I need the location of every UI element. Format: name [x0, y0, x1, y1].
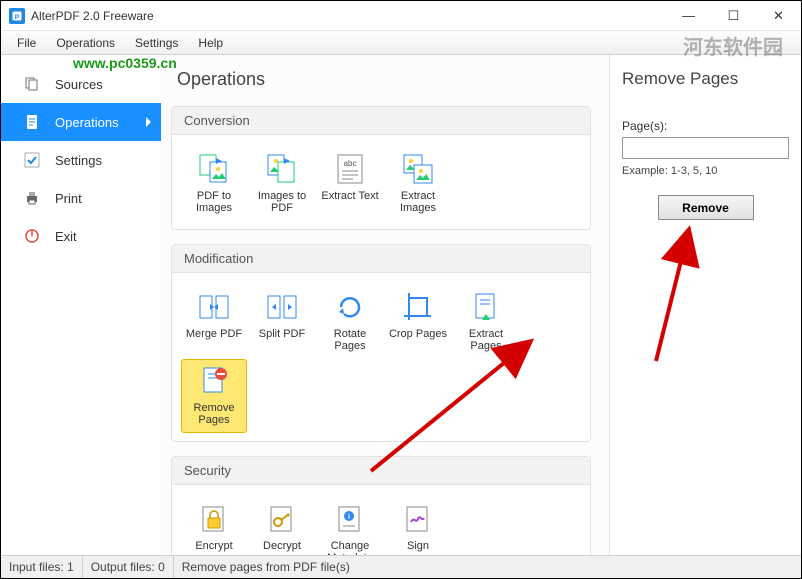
titlebar: P AlterPDF 2.0 Freeware — ☐ ✕: [1, 1, 801, 31]
remove-button[interactable]: Remove: [658, 195, 754, 220]
section-security: Security Encrypt Decrypt i: [171, 456, 591, 555]
sidebar-item-label: Exit: [55, 229, 77, 244]
crop-icon: [401, 290, 435, 324]
sidebar-item-sources[interactable]: Sources: [1, 65, 161, 103]
pdf-to-images-icon: [197, 152, 231, 186]
document-icon: [23, 113, 41, 131]
menu-settings[interactable]: Settings: [125, 33, 188, 53]
images-to-pdf-icon: [265, 152, 299, 186]
op-merge-pdf[interactable]: Merge PDF: [181, 285, 247, 359]
op-label: Split PDF: [259, 328, 305, 352]
menu-operations[interactable]: Operations: [46, 33, 125, 53]
op-split-pdf[interactable]: Split PDF: [249, 285, 315, 359]
sign-icon: [401, 502, 435, 536]
op-label: Sign: [407, 540, 429, 555]
key-icon: [265, 502, 299, 536]
sidebar-item-print[interactable]: Print: [1, 179, 161, 217]
lock-icon: [197, 502, 231, 536]
window-title: AlterPDF 2.0 Freeware: [31, 9, 666, 23]
sidebar-item-label: Settings: [55, 153, 102, 168]
op-label: Decrypt: [263, 540, 301, 555]
section-header: Security: [172, 457, 590, 485]
merge-icon: [197, 290, 231, 324]
menu-help[interactable]: Help: [188, 33, 233, 53]
pages-input[interactable]: [622, 137, 789, 159]
op-label: Extract Images: [388, 190, 448, 214]
copy-icon: [23, 75, 41, 93]
op-rotate-pages[interactable]: Rotate Pages: [317, 285, 383, 359]
rotate-icon: [333, 290, 367, 324]
status-input-files: Input files: 1: [1, 556, 83, 578]
svg-text:i: i: [348, 514, 350, 521]
menubar: File Operations Settings Help: [1, 31, 801, 55]
op-pdf-to-images[interactable]: PDF to Images: [181, 147, 247, 221]
pages-label: Page(s):: [622, 119, 789, 133]
op-sign[interactable]: Sign: [385, 497, 451, 555]
svg-text:abc: abc: [344, 159, 357, 168]
sidebar-item-label: Print: [55, 191, 82, 206]
right-panel: Remove Pages Page(s): Example: 1-3, 5, 1…: [609, 55, 801, 555]
pages-example: Example: 1-3, 5, 10: [622, 165, 789, 177]
op-label: Crop Pages: [389, 328, 447, 352]
remove-pages-icon: [197, 364, 231, 398]
status-description: Remove pages from PDF file(s): [174, 556, 358, 578]
op-label: Merge PDF: [186, 328, 242, 352]
statusbar: Input files: 1 Output files: 0 Remove pa…: [1, 555, 801, 578]
panel-title: Remove Pages: [622, 69, 789, 89]
sidebar: Sources Operations Settings Print Exit: [1, 55, 161, 555]
section-modification: Modification Merge PDF Split PDF: [171, 244, 591, 442]
section-header: Modification: [172, 245, 590, 273]
sidebar-item-label: Operations: [55, 115, 119, 130]
op-label: Extract Text: [321, 190, 378, 214]
check-icon: [23, 151, 41, 169]
op-label: PDF to Images: [184, 190, 244, 214]
op-decrypt[interactable]: Decrypt: [249, 497, 315, 555]
minimize-button[interactable]: —: [666, 1, 711, 30]
extract-text-icon: abc: [333, 152, 367, 186]
op-label: Rotate Pages: [320, 328, 380, 352]
close-button[interactable]: ✕: [756, 1, 801, 30]
menu-file[interactable]: File: [7, 33, 46, 53]
op-encrypt[interactable]: Encrypt: [181, 497, 247, 555]
op-extract-text[interactable]: abc Extract Text: [317, 147, 383, 221]
power-icon: [23, 227, 41, 245]
maximize-button[interactable]: ☐: [711, 1, 756, 30]
op-images-to-pdf[interactable]: Images to PDF: [249, 147, 315, 221]
metadata-icon: i: [333, 502, 367, 536]
page-title: Operations: [177, 69, 591, 90]
sidebar-item-settings[interactable]: Settings: [1, 141, 161, 179]
section-conversion: Conversion PDF to Images Images to PDF: [171, 106, 591, 230]
op-label: Encrypt: [195, 540, 232, 555]
main-content: Operations Conversion PDF to Images Imag…: [161, 55, 609, 555]
printer-icon: [23, 189, 41, 207]
svg-text:P: P: [15, 14, 20, 21]
sidebar-item-label: Sources: [55, 77, 103, 92]
op-label: Change Metadata: [320, 540, 380, 555]
status-output-files: Output files: 0: [83, 556, 174, 578]
sidebar-item-operations[interactable]: Operations: [1, 103, 161, 141]
op-extract-images[interactable]: Extract Images: [385, 147, 451, 221]
op-label: Extract Pages: [456, 328, 516, 352]
op-change-metadata[interactable]: i Change Metadata: [317, 497, 383, 555]
op-label: Images to PDF: [252, 190, 312, 214]
sidebar-item-exit[interactable]: Exit: [1, 217, 161, 255]
section-header: Conversion: [172, 107, 590, 135]
op-label: Remove Pages: [184, 402, 244, 426]
extract-images-icon: [401, 152, 435, 186]
op-extract-pages[interactable]: Extract Pages: [453, 285, 519, 359]
extract-pages-icon: [469, 290, 503, 324]
app-icon: P: [9, 8, 25, 24]
op-crop-pages[interactable]: Crop Pages: [385, 285, 451, 359]
op-remove-pages[interactable]: Remove Pages: [181, 359, 247, 433]
split-icon: [265, 290, 299, 324]
